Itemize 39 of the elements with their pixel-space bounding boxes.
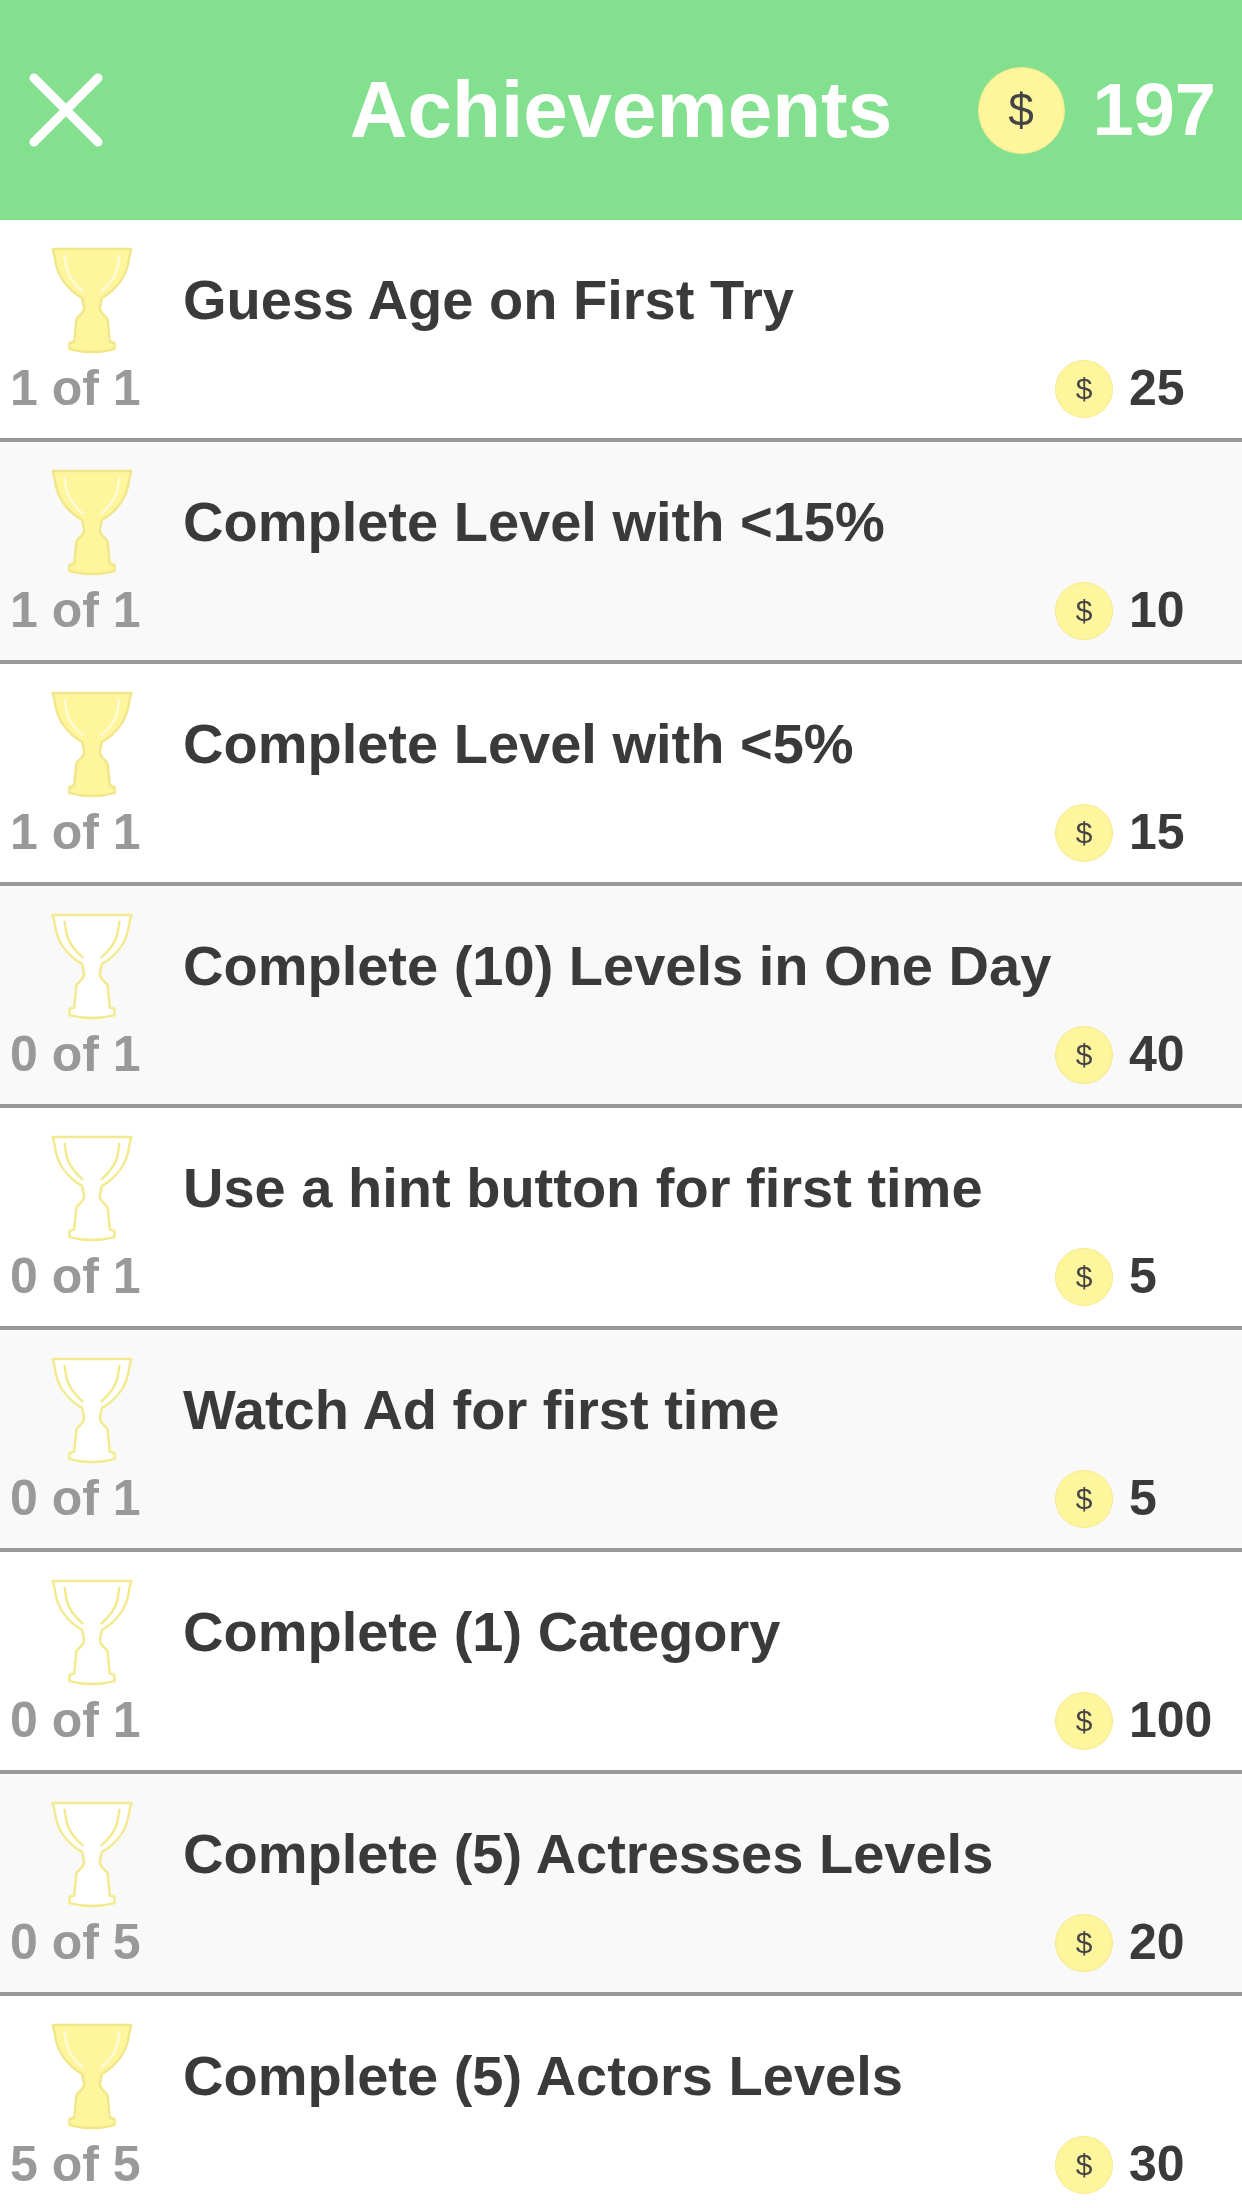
progress-count: 0 of 1 [10, 1026, 141, 1084]
progress-count: 1 of 1 [10, 582, 141, 640]
achievement-title: Guess Age on First Try [183, 267, 794, 333]
achievement-title: Complete (5) Actors Levels [183, 2043, 903, 2109]
reward-amount: 10 [1129, 582, 1185, 640]
reward-amount: 15 [1129, 804, 1185, 862]
progress-count: 1 of 1 [10, 360, 141, 418]
coin-icon: $ [1055, 1914, 1113, 1972]
progress-count: 0 of 5 [10, 1914, 141, 1972]
coin-icon: $ [1055, 804, 1113, 862]
progress-count: 0 of 1 [10, 1470, 141, 1528]
progress-count: 5 of 5 [10, 2136, 141, 2194]
reward-amount: 5 [1129, 1248, 1157, 1306]
progress-count: 1 of 1 [10, 804, 141, 862]
achievement-title: Complete Level with <5% [183, 711, 854, 777]
coin-icon: $ [1055, 1692, 1113, 1750]
progress-count: 0 of 1 [10, 1248, 141, 1306]
coin-icon: $ [977, 66, 1065, 154]
coin-icon: $ [1055, 1248, 1113, 1306]
reward-amount: 100 [1129, 1692, 1213, 1750]
coin-balance: 197 [1092, 69, 1216, 151]
achievement-title: Complete (1) Category [183, 1599, 781, 1665]
coin-icon: $ [1055, 582, 1113, 640]
reward-amount: 30 [1129, 2136, 1185, 2194]
achievement-title: Use a hint button for first time [183, 1155, 983, 1221]
coin-icon: $ [1055, 360, 1113, 418]
progress-count: 0 of 1 [10, 1692, 141, 1750]
coin-icon: $ [1055, 1026, 1113, 1084]
achievement-title: Complete (5) Actresses Levels [183, 1821, 994, 1887]
screen-title: Achievements [349, 66, 893, 154]
reward-amount: 25 [1129, 360, 1185, 418]
reward-amount: 20 [1129, 1914, 1185, 1972]
reward-amount: 5 [1129, 1470, 1157, 1528]
achievement-title: Complete (10) Levels in One Day [183, 933, 1052, 999]
coin-icon: $ [1055, 1470, 1113, 1528]
coin-icon: $ [1055, 2136, 1113, 2194]
achievement-title: Watch Ad for first time [183, 1377, 780, 1443]
reward-amount: 40 [1129, 1026, 1185, 1084]
achievement-title: Complete Level with <15% [183, 489, 885, 555]
